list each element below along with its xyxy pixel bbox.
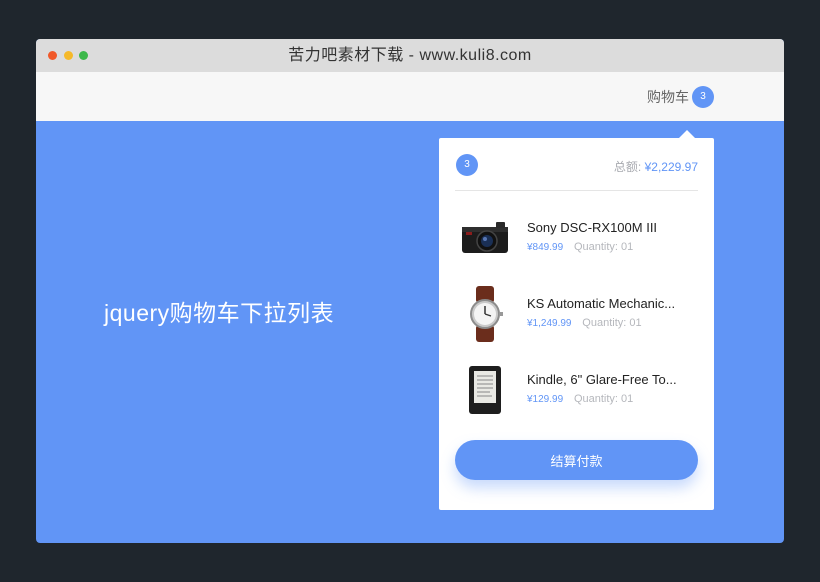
cart-count-badge: 3 [692, 86, 714, 108]
cart-label: 购物车 [647, 89, 689, 105]
item-name: Sony DSC-RX100M III [527, 220, 658, 235]
browser-window: 苦力吧素材下载 - www.kuli8.com 购物车 3 jquery购物车下… [36, 39, 784, 543]
total-label: 总额: [613, 160, 642, 174]
cart-dropdown: 3 总额: ¥2,229.97 Sony DSC-RX100M III ¥849… [439, 130, 714, 510]
item-price: ¥849.99 [527, 242, 564, 253]
item-price: ¥129.99 [527, 394, 564, 405]
cart-total: 总额: ¥2,229.97 [614, 158, 698, 175]
cart-item[interactable]: Kindle, 6" Glare-Free To... ¥129.99 Quan… [455, 362, 698, 418]
hero-title: jquery购物车下拉列表 [104, 300, 335, 326]
item-name: Kindle, 6" Glare-Free To... [527, 372, 677, 387]
cart-item[interactable]: Sony DSC-RX100M III ¥849.99 Quantity: 01 [455, 210, 698, 266]
cart-item[interactable]: KS Automatic Mechanic... ¥1,249.99 Quant… [455, 286, 698, 342]
camera-icon [461, 210, 509, 266]
ereader-icon [461, 362, 509, 418]
item-quantity: Quantity: 01 [582, 317, 642, 329]
cart-button[interactable]: 购物车 3 [647, 86, 714, 108]
item-meta: ¥1,249.99 Quantity: 01 [527, 317, 642, 329]
item-quantity: Quantity: 01 [573, 241, 634, 253]
dropdown-header: 3 总额: ¥2,229.97 [455, 154, 698, 191]
item-name: KS Automatic Mechanic... [527, 296, 676, 311]
window-title: 苦力吧素材下载 - www.kuli8.com [288, 47, 532, 64]
title-bar: 苦力吧素材下载 - www.kuli8.com [36, 39, 784, 73]
item-count-badge: 3 [456, 154, 478, 176]
item-meta: ¥849.99 Quantity: 01 [527, 241, 633, 253]
navbar: 购物车 3 [36, 72, 784, 121]
checkout-button[interactable]: 结算付款 [455, 440, 698, 480]
total-amount: ¥2,229.97 [644, 160, 698, 174]
dropdown-caret [679, 130, 695, 138]
item-price: ¥1,249.99 [527, 318, 572, 329]
watch-icon [461, 286, 509, 342]
item-quantity: Quantity: 01 [573, 393, 634, 405]
item-meta: ¥129.99 Quantity: 01 [527, 393, 633, 405]
